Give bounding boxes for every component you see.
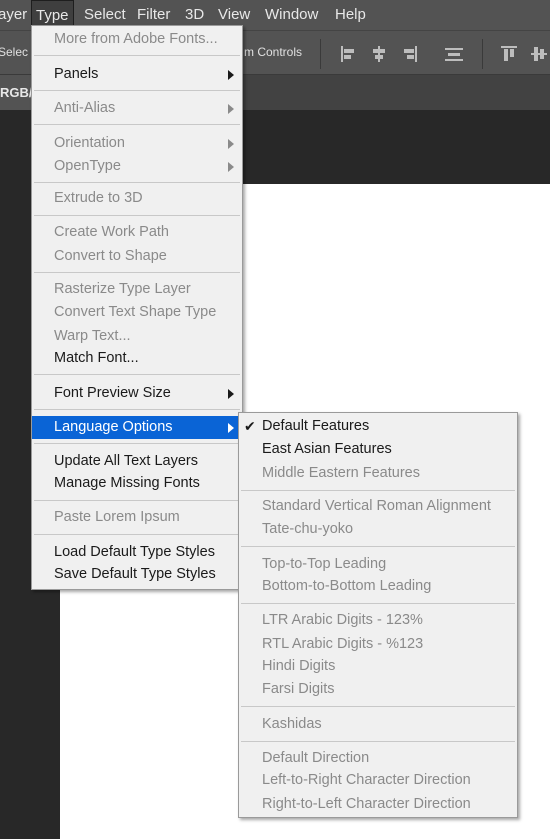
menu-item-orientation[interactable]: Orientation: [32, 132, 242, 155]
menu-item-match-font[interactable]: Match Font...: [32, 347, 242, 370]
submenu-item-default-features[interactable]: ✔ Default Features: [239, 415, 517, 438]
checkmark-icon: ✔: [244, 418, 256, 434]
submenu-item-bottom-to-bottom-leading[interactable]: Bottom-to-Bottom Leading: [239, 575, 517, 598]
menu-separator: [34, 409, 240, 410]
align-horizontal-centers-icon[interactable]: [368, 43, 390, 65]
menubar-help[interactable]: Help: [335, 0, 366, 30]
align-left-edges-icon[interactable]: [338, 43, 360, 65]
menu-item-anti-alias[interactable]: Anti-Alias: [32, 97, 242, 120]
type-menu: More from Adobe Fonts... Panels Anti-Ali…: [31, 25, 243, 590]
submenu-item-left-to-right-character-direction[interactable]: Left-to-Right Character Direction: [239, 769, 517, 792]
menu-separator: [241, 741, 515, 742]
photoshop-window: ayer Type Select Filter 3D View Window H…: [0, 0, 550, 839]
transform-controls-option[interactable]: m Controls: [244, 45, 302, 59]
select-option[interactable]: Selec: [0, 45, 28, 59]
menu-item-update-all-text-layers[interactable]: Update All Text Layers: [32, 450, 242, 473]
menu-separator: [34, 124, 240, 125]
submenu-item-middle-eastern-features[interactable]: Middle Eastern Features: [239, 462, 517, 485]
submenu-item-ltr-arabic-digits[interactable]: LTR Arabic Digits - 123%: [239, 609, 517, 632]
menu-separator: [34, 272, 240, 273]
menu-item-rasterize-type-layer[interactable]: Rasterize Type Layer: [32, 278, 242, 301]
submenu-item-right-to-left-character-direction[interactable]: Right-to-Left Character Direction: [239, 793, 517, 816]
submenu-arrow-icon: [228, 423, 234, 433]
submenu-item-rtl-arabic-digits[interactable]: RTL Arabic Digits - %123: [239, 633, 517, 656]
distribute-icon[interactable]: [443, 43, 465, 65]
menu-item-convert-text-shape-type[interactable]: Convert Text Shape Type: [32, 301, 242, 324]
menu-separator: [34, 182, 240, 183]
submenu-item-top-to-top-leading[interactable]: Top-to-Top Leading: [239, 553, 517, 576]
menubar-layer[interactable]: ayer: [0, 0, 27, 30]
menu-item-create-work-path[interactable]: Create Work Path: [32, 221, 242, 244]
menu-item-warp-text[interactable]: Warp Text...: [32, 325, 242, 348]
menu-item-save-default-type-styles[interactable]: Save Default Type Styles: [32, 563, 242, 586]
submenu-item-hindi-digits[interactable]: Hindi Digits: [239, 655, 517, 678]
menu-separator: [34, 374, 240, 375]
submenu-item-standard-vertical-roman-alignment[interactable]: Standard Vertical Roman Alignment: [239, 495, 517, 518]
submenu-item-east-asian-features[interactable]: East Asian Features: [239, 438, 517, 461]
menu-separator: [241, 603, 515, 604]
menu-separator: [34, 443, 240, 444]
menu-item-panels[interactable]: Panels: [32, 63, 242, 86]
submenu-arrow-icon: [228, 139, 234, 149]
submenu-item-default-direction[interactable]: Default Direction: [239, 747, 517, 770]
menu-separator: [34, 90, 240, 91]
options-divider: [320, 39, 321, 69]
menu-item-extrude-to-3d[interactable]: Extrude to 3D: [32, 187, 242, 210]
align-right-edges-icon[interactable]: [398, 43, 420, 65]
menu-separator: [241, 706, 515, 707]
menubar-window[interactable]: Window: [265, 0, 318, 30]
menu-item-convert-to-shape[interactable]: Convert to Shape: [32, 245, 242, 268]
menu-separator: [34, 500, 240, 501]
language-options-submenu: ✔ Default Features East Asian Features M…: [238, 412, 518, 818]
menu-separator: [241, 546, 515, 547]
menu-separator: [241, 490, 515, 491]
submenu-arrow-icon: [228, 70, 234, 80]
menu-item-font-preview-size[interactable]: Font Preview Size: [32, 382, 242, 405]
submenu-arrow-icon: [228, 162, 234, 172]
align-vertical-centers-icon[interactable]: [528, 43, 550, 65]
menu-item-manage-missing-fonts[interactable]: Manage Missing Fonts: [32, 472, 242, 495]
menu-item-load-default-type-styles[interactable]: Load Default Type Styles: [32, 541, 242, 564]
submenu-arrow-icon: [228, 389, 234, 399]
menu-separator: [34, 215, 240, 216]
submenu-item-farsi-digits[interactable]: Farsi Digits: [239, 678, 517, 701]
menu-item-language-options[interactable]: Language Options: [32, 416, 242, 439]
menu-item-paste-lorem-ipsum[interactable]: Paste Lorem Ipsum: [32, 506, 242, 529]
align-top-edges-icon[interactable]: [498, 43, 520, 65]
menu-separator: [34, 534, 240, 535]
submenu-arrow-icon: [228, 104, 234, 114]
options-divider: [482, 39, 483, 69]
submenu-item-tate-chu-yoko[interactable]: Tate-chu-yoko: [239, 518, 517, 541]
menu-item-opentype[interactable]: OpenType: [32, 155, 242, 178]
submenu-item-kashidas[interactable]: Kashidas: [239, 713, 517, 736]
menu-separator: [34, 55, 240, 56]
menu-item-more-from-adobe-fonts[interactable]: More from Adobe Fonts...: [32, 28, 242, 51]
